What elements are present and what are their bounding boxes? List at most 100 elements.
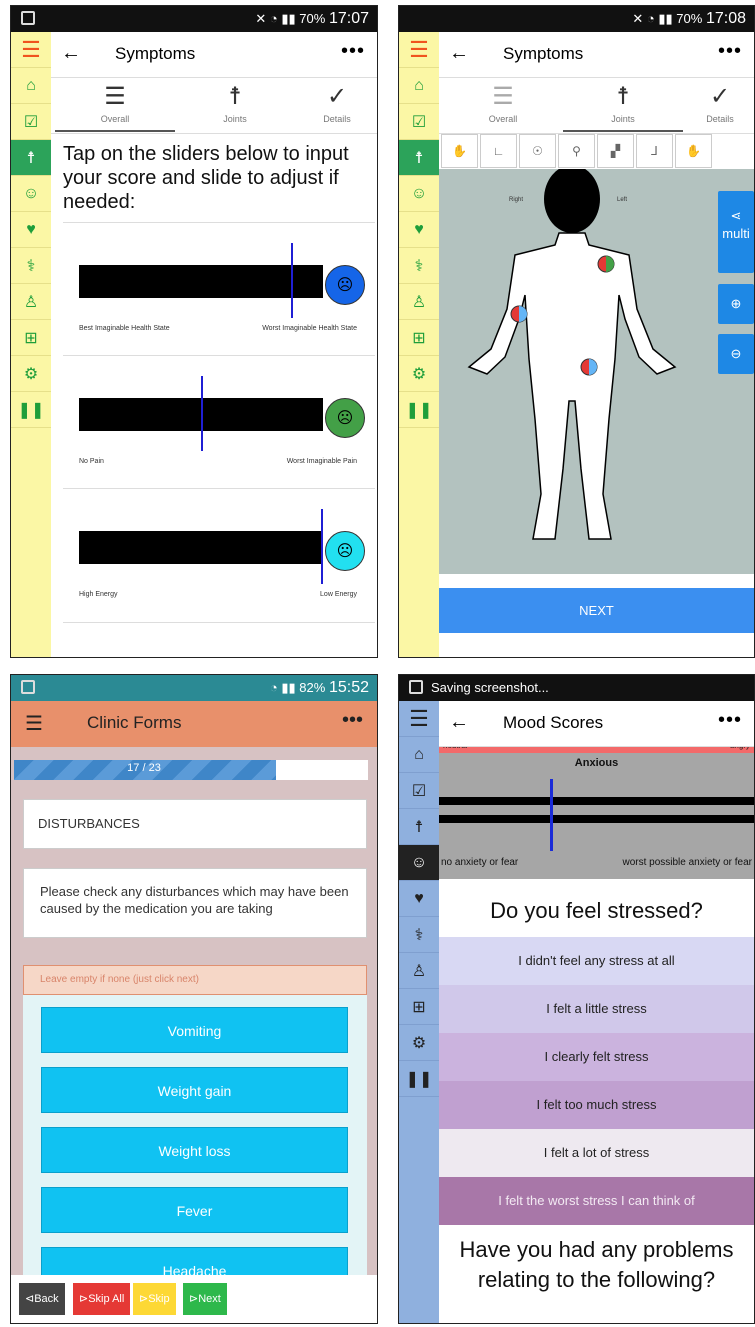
gear-icon[interactable]: ⚙ [399, 1025, 439, 1061]
option-weight-gain[interactable]: Weight gain [41, 1067, 348, 1113]
body-outline [467, 232, 677, 540]
foot-icon[interactable]: ∟ [480, 134, 517, 168]
zoom-icon[interactable]: ⚲ [558, 134, 595, 168]
doctor-icon[interactable]: ♙ [399, 953, 439, 989]
slider-marker[interactable] [291, 243, 293, 318]
menu-icon[interactable]: ☰ [25, 711, 43, 736]
face-icon: ☹ [325, 398, 365, 438]
foot-right-icon[interactable]: ⅃ [636, 134, 673, 168]
stress-option[interactable]: I felt a lot of stress [439, 1129, 754, 1177]
heart-icon[interactable]: ♥ [11, 212, 51, 248]
plus-box-icon[interactable]: ⊞ [11, 320, 51, 356]
medicine-icon[interactable]: ⚕ [399, 917, 439, 953]
slider-track[interactable] [79, 657, 323, 658]
tab-overall[interactable]: ☰ Overall [443, 82, 563, 124]
person-icon[interactable]: ☨ [399, 140, 439, 176]
hips-icon[interactable]: ▞ [597, 134, 634, 168]
share-multi-button[interactable]: ⋖ multi [718, 191, 754, 273]
slider-track[interactable] [79, 265, 323, 298]
tab-joints[interactable]: ☨ Joints [563, 82, 683, 132]
slider-marker[interactable] [321, 509, 323, 584]
doctor-icon[interactable]: ♙ [11, 284, 51, 320]
tab-details[interactable]: ✓ Details [683, 82, 754, 124]
plus-box-icon[interactable]: ⊞ [399, 989, 439, 1025]
stress-option[interactable]: I didn't feel any stress at all [439, 937, 754, 985]
slider-marker[interactable] [201, 376, 203, 451]
stress-option[interactable]: I felt a little stress [439, 985, 754, 1033]
head-icon[interactable]: ☉ [519, 134, 556, 168]
doctor-icon[interactable]: ♙ [399, 284, 439, 320]
back-nav-button[interactable]: ⊲Back [19, 1283, 65, 1315]
check-icon[interactable]: ☑ [11, 104, 51, 140]
gear-icon[interactable]: ⚙ [399, 356, 439, 392]
home-icon[interactable]: ⌂ [11, 68, 51, 104]
home-icon[interactable]: ⌂ [399, 737, 439, 773]
back-button[interactable]: ← [449, 711, 469, 734]
medicine-icon[interactable]: ⚕ [11, 248, 51, 284]
check-circle-icon: ✓ [326, 83, 348, 110]
smile-icon[interactable]: ☺ [399, 845, 439, 881]
smile-icon[interactable]: ☺ [11, 176, 51, 212]
status-bar: ✕ ◔ ▮▮ 70% 17:07 [11, 6, 377, 32]
next-button[interactable]: NEXT [439, 588, 754, 633]
hand-left-icon[interactable]: ✋ [441, 134, 478, 168]
home-icon[interactable]: ⌂ [399, 68, 439, 104]
more-button[interactable]: ••• [718, 40, 742, 63]
smile-icon[interactable]: ☺ [399, 176, 439, 212]
next-nav-button[interactable]: ⊳Next [183, 1283, 227, 1315]
stress-option[interactable]: I clearly felt stress [439, 1033, 754, 1081]
menu-icon[interactable]: ☰ [399, 32, 439, 68]
more-button[interactable]: ••• [341, 40, 365, 63]
tab-overall[interactable]: ☰ Overall [55, 82, 175, 132]
check-icon[interactable]: ☑ [399, 104, 439, 140]
stress-option[interactable]: I felt too much stress [439, 1081, 754, 1129]
tab-details[interactable]: ✓ Details [295, 82, 377, 124]
skip-all-button[interactable]: ⊳Skip All [73, 1283, 131, 1315]
person-icon[interactable]: ☨ [11, 140, 51, 176]
heart-icon[interactable]: ♥ [399, 212, 439, 248]
cut-left-label: neutral [443, 747, 467, 750]
menu-icon[interactable]: ☰ [11, 32, 51, 68]
status-right: ◔ ▮▮ 82% 15:52 [269, 679, 369, 696]
hand-right-icon[interactable]: ✋ [675, 134, 712, 168]
gear-icon[interactable]: ⚙ [11, 356, 51, 392]
menu-icon[interactable]: ☰ [399, 701, 439, 737]
side-rail: ☰ ⌂ ☑ ☨ ☺ ♥ ⚕ ♙ ⊞ ⚙ ❚❚ [11, 32, 51, 657]
back-button[interactable]: ← [449, 42, 469, 65]
stress-option[interactable]: I felt the worst stress I can think of [439, 1177, 754, 1225]
gallery-icon [21, 680, 35, 694]
pause-icon[interactable]: ❚❚ [11, 392, 51, 428]
tab-joints[interactable]: ☨ Joints [175, 82, 295, 124]
gallery-icon [409, 680, 423, 694]
person-icon[interactable]: ☨ [399, 809, 439, 845]
more-button[interactable]: ••• [718, 709, 742, 732]
check-icon[interactable]: ☑ [399, 773, 439, 809]
zoom-out-button[interactable]: ⊖ [718, 334, 754, 374]
body-map[interactable]: Right Left ⋖ multi ⊕ ⊖ [439, 165, 754, 574]
tab-label: Details [706, 114, 734, 124]
app-bar: ← Symptoms ••• [51, 32, 377, 78]
medicine-icon[interactable]: ⚕ [399, 248, 439, 284]
skip-button[interactable]: ⊳Skip [133, 1283, 176, 1315]
slider-track-top[interactable] [439, 797, 754, 805]
pause-icon[interactable]: ❚❚ [399, 1061, 439, 1097]
slider-track-bottom[interactable] [439, 815, 754, 823]
more-button[interactable]: ••• [342, 709, 363, 732]
back-button[interactable]: ← [61, 42, 81, 65]
face-icon: ☹ [325, 265, 365, 305]
option-weight-loss[interactable]: Weight loss [41, 1127, 348, 1173]
question-text: Please check any disturbances which may … [40, 884, 349, 916]
slider-right-label: Low Energy [320, 591, 357, 598]
heart-icon[interactable]: ♥ [399, 881, 439, 917]
plus-box-icon[interactable]: ⊞ [399, 320, 439, 356]
slider-marker[interactable] [550, 779, 553, 851]
zoom-in-button[interactable]: ⊕ [718, 284, 754, 324]
bottom-nav: ⊲Back ⊳Skip All ⊳Skip ⊳Next [11, 1275, 377, 1323]
pause-icon[interactable]: ❚❚ [399, 392, 439, 428]
app-bar: ← Symptoms ••• [439, 32, 754, 78]
option-vomiting[interactable]: Vomiting [41, 1007, 348, 1053]
option-fever[interactable]: Fever [41, 1187, 348, 1233]
battery-text: 70% [299, 11, 326, 26]
slider-track[interactable] [79, 531, 323, 564]
next-label: Next [198, 1293, 221, 1305]
